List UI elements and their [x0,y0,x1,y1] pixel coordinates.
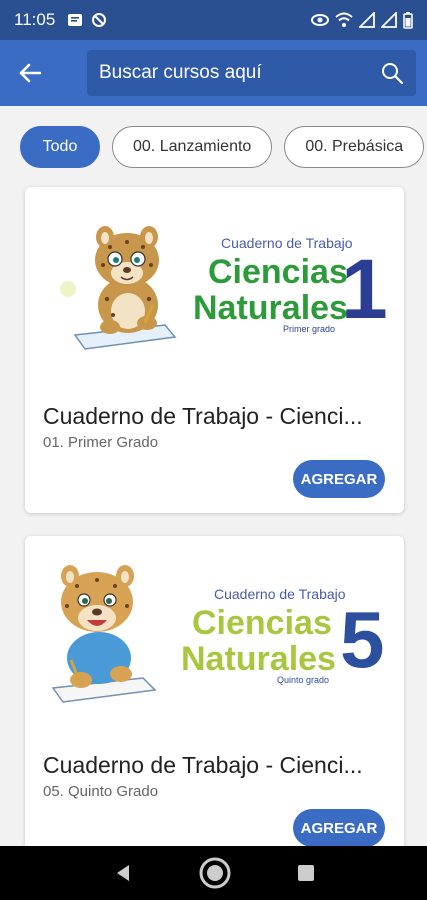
signal-icon [359,12,375,28]
message-icon [68,14,83,26]
cover-title-line2: Naturales [181,640,336,678]
filter-chip-prebasica[interactable]: 00. Prebásica [284,126,425,168]
status-time: 11:05 [14,10,56,29]
data-saver-icon [92,13,107,27]
filter-chip-todo[interactable]: Todo [20,126,100,168]
add-course-button[interactable]: AGREGAR [293,460,385,498]
nav-home-icon[interactable] [198,856,232,890]
search-input[interactable]: Buscar cursos aquí [87,50,416,96]
wifi-icon [335,12,353,27]
cover-header: Cuaderno de Trabajo [214,586,346,602]
add-course-button[interactable]: AGREGAR [293,809,385,847]
course-card[interactable]: Cuaderno de Trabajo Ciencias Naturales 1… [25,187,404,513]
nav-recents-icon[interactable] [297,864,315,882]
system-nav-bar [0,846,427,900]
cover-number: 1 [341,242,388,336]
battery-icon [403,11,413,29]
search-placeholder: Buscar cursos aquí [99,62,262,83]
course-title: Cuaderno de Trabajo - Cienci... [43,752,363,778]
back-button[interactable] [0,40,60,106]
course-card[interactable]: Cuaderno de Trabajo Ciencias Naturales 5… [25,536,404,862]
course-subtitle: 05. Quinto Grado [43,783,159,800]
filter-chip-lanzamiento[interactable]: 00. Lanzamiento [112,126,273,168]
cover-grade: Quinto grado [277,675,330,685]
cover-header: Cuaderno de Trabajo [221,235,353,251]
app-bar: Buscar cursos aquí [0,40,427,106]
nav-back-icon[interactable] [113,863,133,883]
cover-title-line2: Naturales [193,289,348,327]
course-title: Cuaderno de Trabajo - Cienci... [43,403,363,429]
arrow-back-icon [19,63,41,83]
eye-icon [311,14,329,26]
cover-title-line1: Ciencias [208,253,348,291]
cover-number: 5 [340,595,385,684]
cover-title-line1: Ciencias [192,604,332,642]
filter-chips: Todo 00. Lanzamiento 00. Prebásica [0,126,427,170]
course-cover: Cuaderno de Trabajo Ciencias Naturales 5… [25,536,404,736]
course-cover: Cuaderno de Trabajo Ciencias Naturales 1… [25,187,404,387]
signal2-icon [381,12,397,28]
cover-grade: Primer grado [283,324,336,334]
search-icon[interactable] [380,61,404,85]
status-bar: 11:05 [0,0,427,40]
course-subtitle: 01. Primer Grado [43,434,159,451]
